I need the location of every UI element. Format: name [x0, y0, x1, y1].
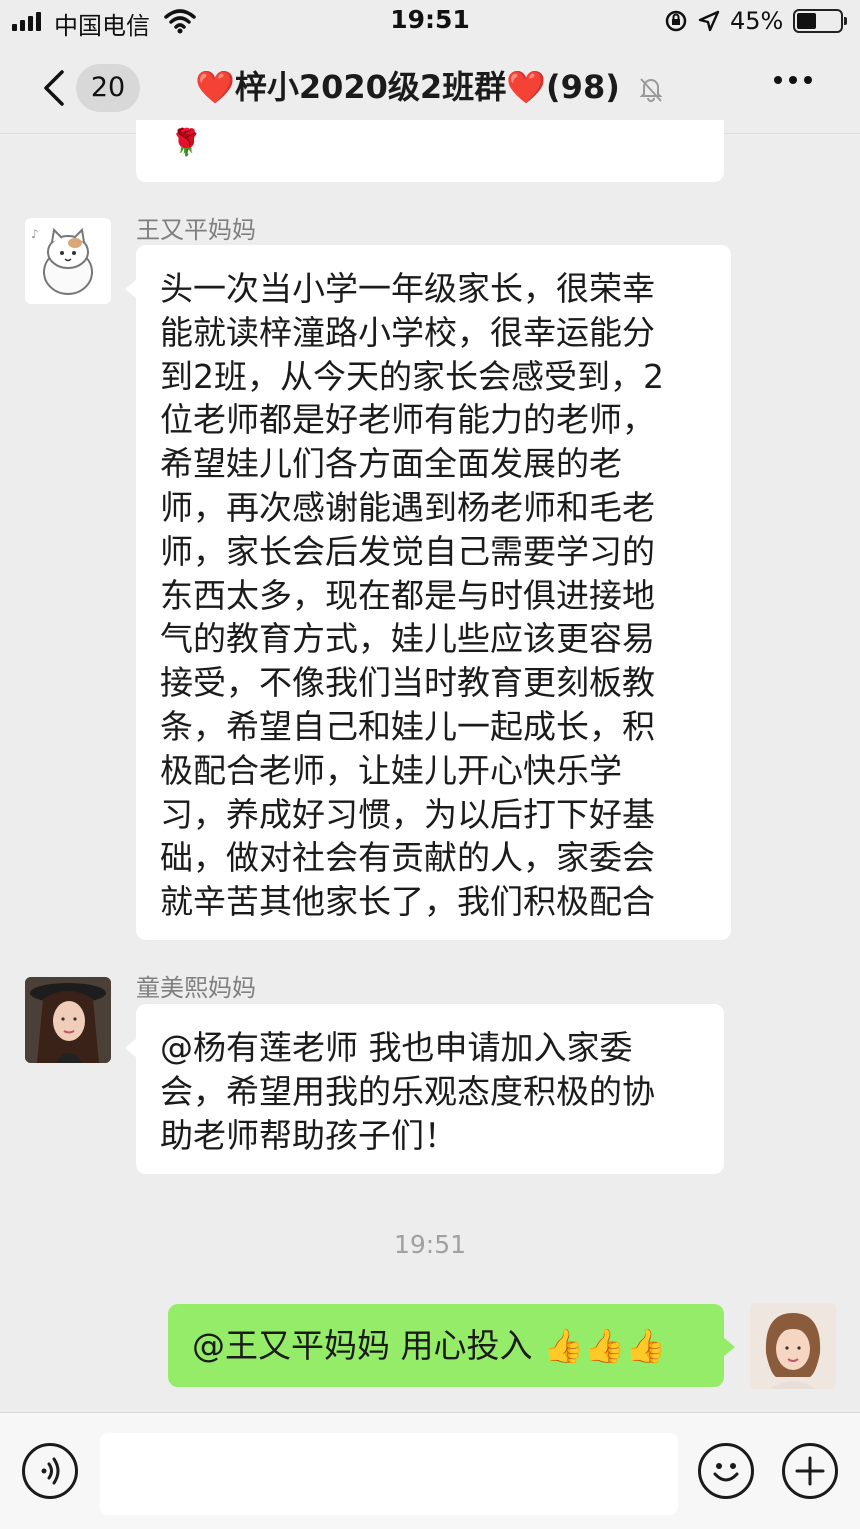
- cat-avatar-image: ♪: [31, 227, 93, 295]
- sender-name: 童美熙妈妈: [136, 974, 256, 1002]
- input-bar: [0, 1412, 860, 1529]
- more-icon[interactable]: [774, 76, 812, 84]
- heart-icon: ❤️: [506, 68, 547, 106]
- member-count: (98): [546, 68, 620, 106]
- self-avatar-image: [750, 1303, 836, 1389]
- message-line: 师，家长会后发觉自己需要学习的: [160, 531, 655, 571]
- heart-icon: ❤️: [195, 68, 235, 106]
- group-name: 梓小2020级2班群: [234, 68, 507, 106]
- message-line: 师，再次感谢能遇到杨老师和毛老: [160, 487, 655, 527]
- message-line: 就辛苦其他家长了，我们积极配合: [160, 882, 655, 922]
- woman-avatar-image: [25, 977, 111, 1063]
- mute-bell-icon: [639, 78, 663, 102]
- time-divider: 19:51: [393, 1230, 467, 1259]
- message-bubble[interactable]: @杨有莲老师 我也申请加入家委 会，希望用我的乐观态度积极的协 助老师帮助孩子们…: [125, 1004, 724, 1174]
- avatar[interactable]: [25, 977, 111, 1063]
- voice-icon: [41, 1457, 60, 1485]
- chat-title[interactable]: ❤️梓小2020级2班群❤️(98): [0, 64, 860, 110]
- rose-emoji: 🌹: [170, 128, 203, 158]
- status-bar: 中国电信 19:51 45%: [0, 0, 860, 42]
- message-line: 条，希望自己和娃儿一起成长，积: [160, 706, 655, 746]
- message-bubble[interactable]: 头一次当小学一年级家长，很荣幸 能就读梓潼路小学校，很幸运能分 到2班，从今天的…: [125, 245, 731, 940]
- message-line: 助老师帮助孩子们！: [160, 1115, 457, 1155]
- plus-icon: [795, 1456, 825, 1486]
- message-line: 到2班，从今天的家长会感受到，2: [160, 356, 664, 396]
- battery-icon: [793, 9, 848, 33]
- avatar[interactable]: ♪: [25, 218, 111, 304]
- message-bubble-own[interactable]: @王又平妈妈 用心投入 👍👍👍: [168, 1304, 735, 1387]
- message-line: 希望娃儿们各方面全面发展的老: [160, 444, 622, 484]
- message-text: @王又平妈妈 用心投入: [192, 1326, 533, 1365]
- message-line: @杨有莲老师 我也申请加入家委: [160, 1028, 633, 1067]
- sender-name: 王又平妈妈: [136, 216, 256, 244]
- status-icons: 45%: [664, 7, 848, 35]
- message-line: 头一次当小学一年级家长，很荣幸: [160, 269, 655, 308]
- message-line: 气的教育方式，娃儿些应该更容易: [160, 619, 655, 659]
- message-line: 位老师都是好老师有能力的老师，: [160, 400, 655, 440]
- avatar-self[interactable]: [750, 1303, 836, 1389]
- location-arrow-icon: [698, 10, 720, 32]
- message-input[interactable]: [100, 1433, 678, 1515]
- message-bubble[interactable]: 🌹: [136, 120, 724, 182]
- message-line: 习，养成好习惯，为以后打下好基: [160, 794, 655, 834]
- message-line: 能就读梓潼路小学校，很幸运能分: [160, 312, 655, 352]
- message-line: 东西太多，现在都是与时俱进接地: [160, 575, 655, 615]
- message-line: 础，做对社会有贡献的人，家委会: [160, 838, 655, 878]
- voice-button[interactable]: [22, 1443, 78, 1499]
- emoji-icon: [713, 1463, 739, 1482]
- svg-text:♪: ♪: [31, 227, 39, 241]
- message-line: 极配合老师，让娃儿开心快乐学: [160, 750, 622, 790]
- emoji-button[interactable]: [698, 1443, 754, 1499]
- message-line: 接受，不像我们当时教育更刻板教: [160, 663, 655, 703]
- plus-button[interactable]: [782, 1443, 838, 1499]
- thumbs-up-emoji: 👍👍👍: [543, 1326, 667, 1365]
- message-line: 会，希望用我的乐观态度积极的协: [160, 1071, 655, 1111]
- battery-percent: 45%: [730, 7, 784, 35]
- rotation-lock-icon: [665, 10, 687, 32]
